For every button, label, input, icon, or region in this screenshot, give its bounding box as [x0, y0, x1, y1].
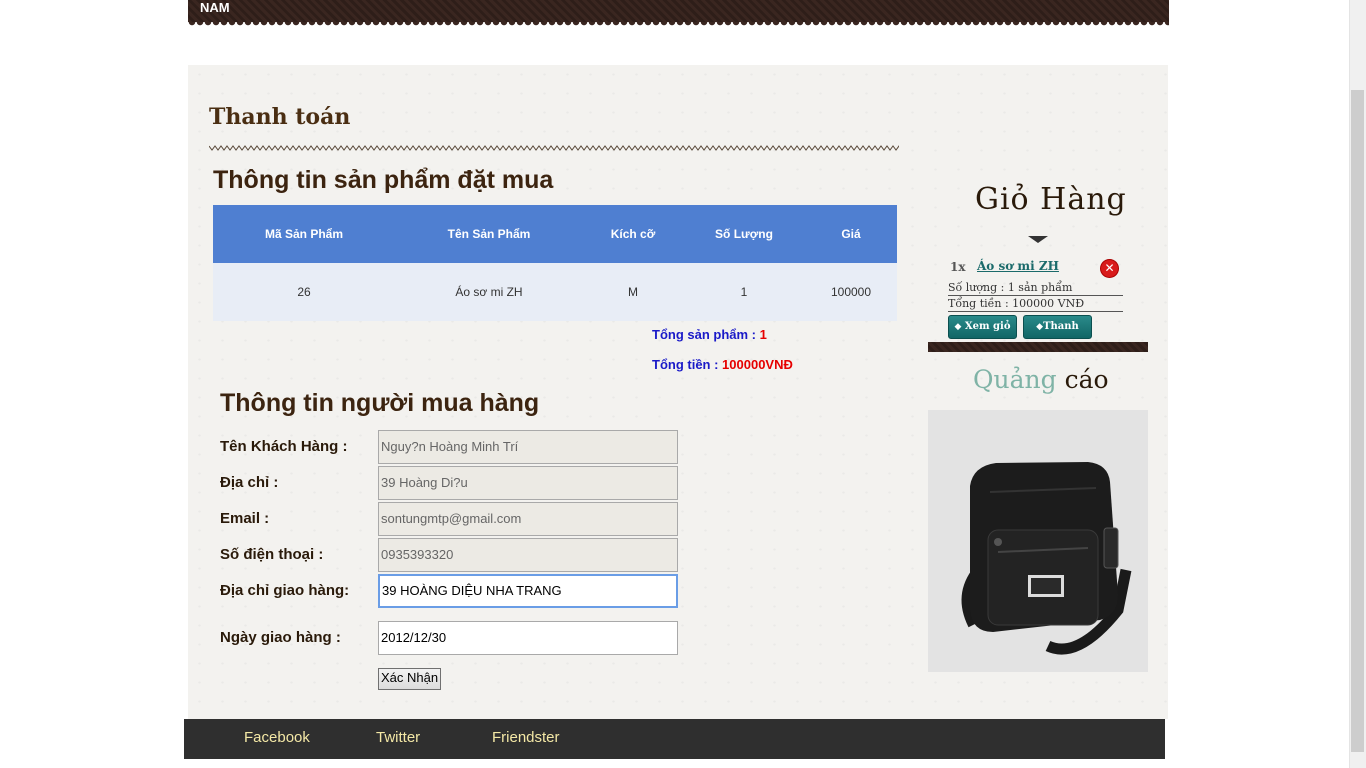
table-header-row: Mã Sản Phẩm Tên Sản Phẩm Kích cỡ Số Lượn… — [213, 205, 897, 263]
checkout-button[interactable]: ◆Thanh toán — [1023, 315, 1092, 354]
cart-total-line: Tổng tiền : 100000 VNĐ — [948, 297, 1123, 312]
customer-name-field[interactable]: Nguy?n Hoàng Minh Trí — [378, 430, 678, 464]
col-header-price: Giá — [805, 205, 897, 263]
shipping-address-input[interactable]: 39 HOÀNG DIỆU NHA TRANG — [378, 574, 678, 608]
cart-qty-line: Số lượng : 1 sản phẩm — [948, 281, 1123, 296]
footer-link-friendster[interactable]: Friendster — [492, 729, 560, 746]
confirm-button[interactable]: Xác Nhận — [378, 668, 442, 690]
order-table: Mã Sản Phẩm Tên Sản Phẩm Kích cỡ Số Lượn… — [213, 205, 897, 321]
ad-image-bag[interactable] — [928, 410, 1148, 672]
title-divider — [209, 145, 899, 151]
total-price-value: 100000VNĐ — [722, 357, 793, 372]
cell-product-name: Áo sơ mi ZH — [395, 263, 583, 321]
col-header-size: Kích cỡ — [583, 205, 683, 263]
top-nav-bar: NAM — [188, 0, 1169, 28]
total-price-label: Tổng tiền : — [652, 357, 723, 372]
col-header-product-name: Tên Sản Phẩm — [395, 205, 583, 263]
total-price: Tổng tiền : 100000VNĐ — [652, 357, 793, 372]
total-products-value: 1 — [759, 327, 767, 342]
label-customer-name: Tên Khách Hàng : — [220, 438, 348, 455]
view-cart-button[interactable]: ◆ Xem giỏ — [948, 315, 1017, 339]
cart-item-link[interactable]: Áo sơ mi ZH — [977, 259, 1059, 273]
label-phone: Số điện thoại : — [220, 546, 324, 563]
cell-quantity: 1 — [683, 263, 805, 321]
col-header-quantity: Số Lượng — [683, 205, 805, 263]
total-products: Tổng sản phẩm : 1 — [652, 327, 767, 342]
phone-field[interactable]: 0935393320 — [378, 538, 678, 572]
nav-item-nam[interactable]: NAM — [200, 0, 230, 15]
remove-item-icon[interactable]: ✕ — [1101, 260, 1118, 277]
cart-title: Giỏ Hàng — [975, 182, 1127, 217]
bag-illustration — [961, 462, 1132, 655]
delivery-date-input[interactable]: 2012/12/30 — [378, 621, 678, 655]
footer-link-facebook[interactable]: Facebook — [244, 729, 310, 746]
address-field[interactable]: 39 Hoàng Di?u — [378, 466, 678, 500]
footer-link-twitter[interactable]: Twitter — [376, 729, 420, 746]
buyer-section-title: Thông tin người mua hàng — [220, 389, 540, 417]
ads-title-word2: cáo — [1064, 365, 1109, 394]
diamond-icon: ◆ — [954, 322, 962, 332]
cell-price: 100000 — [805, 263, 897, 321]
table-row: 26 Áo sơ mi ZH M 1 100000 — [213, 263, 897, 321]
col-header-product-id: Mã Sản Phẩm — [213, 205, 395, 263]
label-delivery-date: Ngày giao hàng : — [220, 629, 341, 646]
cart-divider — [928, 342, 1148, 352]
ads-title: Quảng cáo — [973, 365, 1109, 394]
label-email: Email : — [220, 510, 270, 527]
ads-title-word1: Quảng — [973, 365, 1057, 394]
cell-product-id: 26 — [213, 263, 395, 321]
footer — [184, 719, 1165, 759]
view-cart-label: Xem giỏ — [964, 321, 1011, 332]
scrollbar-thumb[interactable] — [1351, 90, 1364, 752]
order-section-title: Thông tin sản phẩm đặt mua — [213, 166, 554, 194]
cart-arrow-icon — [1028, 236, 1048, 243]
total-products-label: Tổng sản phẩm : — [652, 327, 760, 342]
label-address: Địa chỉ : — [220, 474, 279, 491]
cart-item-qty: 1x — [950, 260, 966, 274]
page-title: Thanh toán — [209, 104, 351, 130]
cell-size: M — [583, 263, 683, 321]
label-shipping-address: Địa chỉ giao hàng: — [220, 582, 350, 599]
email-field[interactable]: sontungmtp@gmail.com — [378, 502, 678, 536]
